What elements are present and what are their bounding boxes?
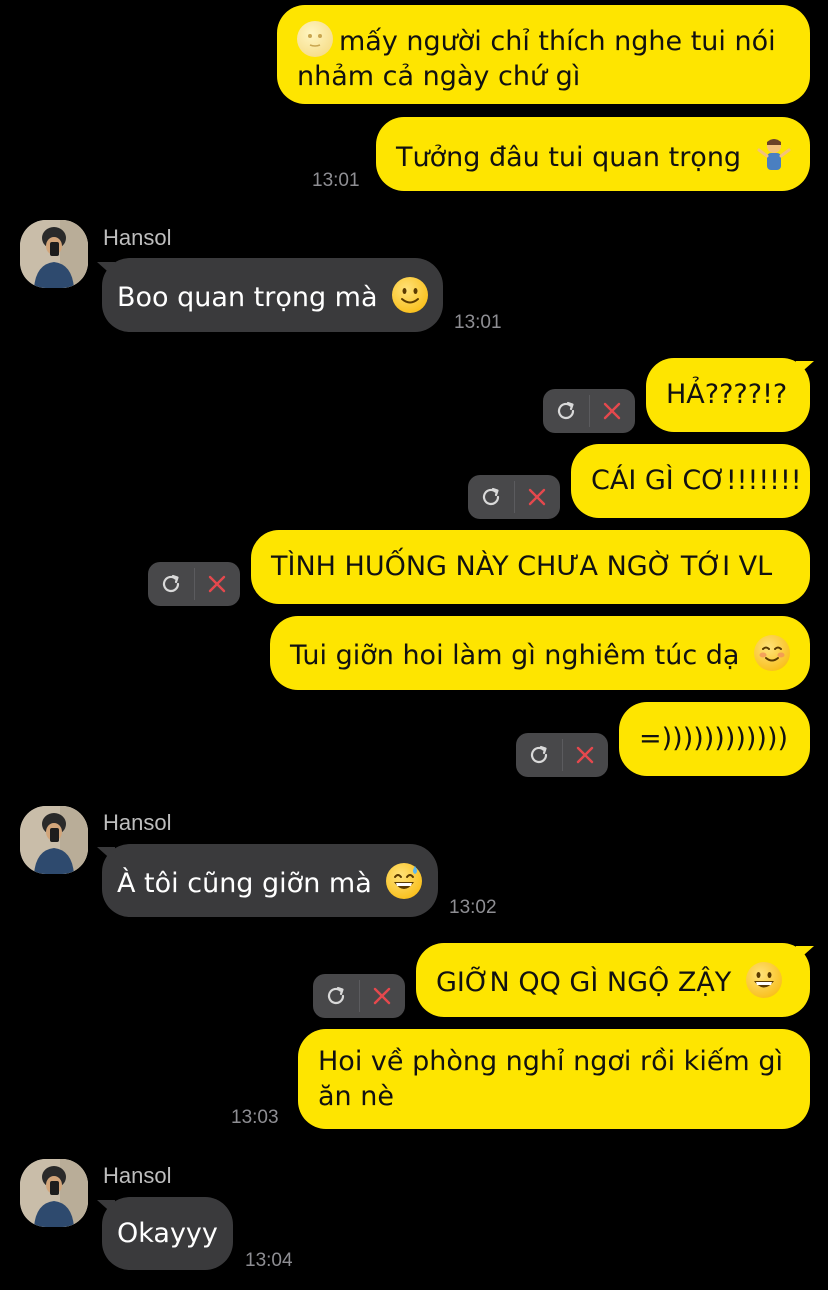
- message-text: TÌNH HUỐNG NÀY CHƯA NGỜ TỚI VL: [271, 551, 773, 582]
- delete-button[interactable]: [562, 733, 608, 777]
- retry-icon: [327, 986, 345, 1005]
- message-bubble-incoming[interactable]: À tôi cũng giỡn mà: [102, 844, 438, 917]
- avatar[interactable]: [20, 220, 88, 288]
- message-bubble-outgoing[interactable]: GIỠN QQ GÌ NGỘ ZẬY: [416, 943, 810, 1017]
- message-text: Okayyy: [117, 1218, 218, 1249]
- failed-message-actions: [543, 389, 635, 433]
- message-bubble-outgoing[interactable]: CÁI GÌ CƠ!!!!!!!: [571, 444, 810, 518]
- timestamp: 13:04: [245, 1250, 293, 1271]
- message-text: mấy người chỉ thích nghe tui nói: [339, 26, 776, 57]
- failed-message-actions: [468, 475, 560, 519]
- message-text: =)))))))))))): [639, 723, 789, 754]
- retry-button[interactable]: [516, 733, 562, 777]
- message-text: CÁI GÌ CƠ!!!!!!!: [591, 465, 802, 496]
- message-text: À tôi cũng giỡn mà: [117, 868, 372, 899]
- retry-icon: [530, 745, 548, 764]
- timestamp: 13:01: [312, 170, 360, 191]
- message-text: Boo quan trọng mà: [117, 282, 378, 313]
- failed-message-actions: [313, 974, 405, 1018]
- failed-message-actions: [516, 733, 608, 777]
- person-shrugging-emoji-icon: [756, 136, 792, 181]
- delete-button[interactable]: [194, 562, 240, 606]
- delete-icon: [528, 488, 546, 506]
- timestamp: 13:02: [449, 897, 497, 918]
- message-text: Tui giỡn hoi làm gì nghiêm túc dạ: [290, 640, 740, 671]
- grinning-face-emoji-icon: [745, 962, 782, 998]
- message-bubble-outgoing[interactable]: =)))))))))))): [619, 702, 810, 776]
- delete-button[interactable]: [359, 974, 405, 1018]
- message-text: Hoi về phòng nghỉ ngơi rồi kiếm gì: [318, 1046, 783, 1077]
- message-bubble-outgoing[interactable]: Tui giỡn hoi làm gì nghiêm túc dạ: [270, 616, 810, 690]
- delete-button[interactable]: [589, 389, 635, 433]
- delete-icon: [603, 402, 621, 420]
- delete-icon: [373, 987, 391, 1005]
- retry-icon: [557, 401, 575, 420]
- delete-icon: [208, 575, 226, 593]
- message-bubble-incoming[interactable]: Okayyy: [102, 1197, 233, 1270]
- message-bubble-outgoing[interactable]: HẢ????!?: [646, 358, 810, 432]
- new-moon-face-emoji-icon: [297, 21, 333, 57]
- message-bubble-outgoing[interactable]: mấy người chỉ thích nghe tui nói nhảm cả…: [277, 5, 810, 104]
- retry-icon: [162, 574, 180, 593]
- sender-name: Hansol: [103, 225, 172, 250]
- delete-icon: [576, 746, 594, 764]
- message-text: Tưởng đâu tui quan trọng: [396, 142, 742, 173]
- avatar[interactable]: [20, 1159, 88, 1227]
- retry-button[interactable]: [468, 475, 514, 519]
- timestamp: 13:03: [231, 1107, 279, 1128]
- retry-button[interactable]: [543, 389, 589, 433]
- failed-message-actions: [148, 562, 240, 606]
- message-bubble-outgoing[interactable]: TÌNH HUỐNG NÀY CHƯA NGỜ TỚI VL: [251, 530, 810, 604]
- sender-name: Hansol: [103, 1163, 172, 1188]
- retry-icon: [482, 487, 500, 506]
- message-bubble-outgoing[interactable]: Tưởng đâu tui quan trọng: [376, 117, 810, 191]
- sender-name: Hansol: [103, 810, 172, 835]
- avatar[interactable]: [20, 806, 88, 874]
- retry-button[interactable]: [313, 974, 359, 1018]
- message-text: GIỠN QQ GÌ NGỘ ZẬY: [436, 967, 732, 998]
- message-bubble-incoming[interactable]: Boo quan trọng mà: [102, 258, 443, 332]
- slightly-smiling-face-emoji-icon: [392, 277, 429, 313]
- message-bubble-outgoing[interactable]: Hoi về phòng nghỉ ngơi rồi kiếm gì ăn nè: [298, 1029, 810, 1129]
- message-text: HẢ????!?: [666, 379, 788, 410]
- smiling-face-emoji-icon: [754, 635, 791, 671]
- delete-button[interactable]: [514, 475, 560, 519]
- message-text: nhảm cả ngày chứ gì: [297, 61, 581, 92]
- message-text: ăn nè: [318, 1081, 394, 1112]
- timestamp: 13:01: [454, 312, 502, 333]
- retry-button[interactable]: [148, 562, 194, 606]
- grinning-face-with-sweat-emoji-icon: [386, 863, 423, 899]
